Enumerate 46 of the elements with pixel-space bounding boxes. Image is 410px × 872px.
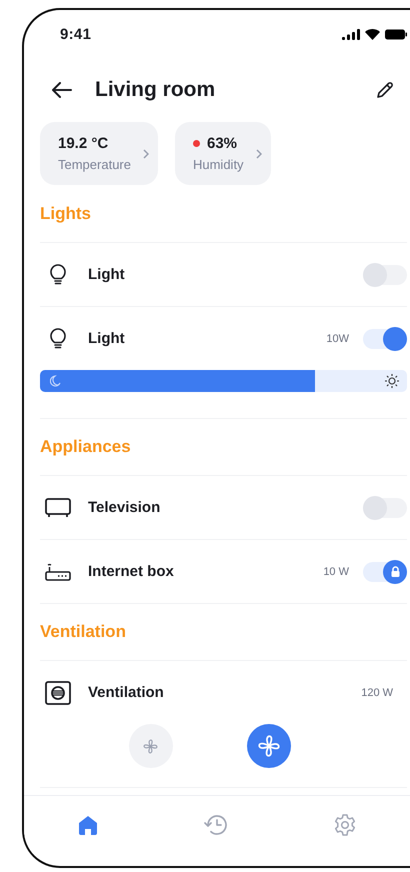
sensor-value: 19.2 °C [58,135,108,152]
device-name: Light [88,330,126,347]
sensor-label: Temperature [58,157,131,172]
chevron-right-icon [142,148,149,158]
toggle-switch[interactable] [363,264,407,284]
device-name: Television [88,499,162,516]
toggle-switch[interactable] [363,328,407,348]
section-title: Lights [40,204,91,224]
light-bulb-icon [49,264,67,286]
fan-mode-button[interactable] [246,724,290,768]
light-bulb-icon [49,328,67,350]
battery-icon [385,28,407,40]
fan-icon [142,738,159,754]
back-arrow-icon[interactable] [52,82,72,98]
power-reading: 10 W [323,566,349,578]
history-clock-icon [204,814,228,836]
sensor-card[interactable]: 19.2 °C Temperature [40,122,158,185]
device-name: Internet box [88,563,175,580]
section-title: Appliances [40,437,131,457]
fan-mode-button[interactable] [128,724,172,768]
moon-icon [50,375,61,387]
sun-icon [385,374,399,388]
section-title: Ventilation [40,622,126,642]
wifi-icon [365,28,380,40]
router-icon [45,562,71,582]
home-icon [76,815,99,835]
power-reading: 10W [326,332,349,344]
toggle-switch[interactable] [363,562,407,582]
sensor-value: 63% [206,135,238,152]
device-name: Light [88,266,126,283]
settings-icon [333,813,358,837]
toggle-switch[interactable] [363,498,407,518]
fan-icon [256,733,282,759]
device-name: Ventilation [88,684,165,701]
brightness-slider[interactable] [40,370,407,392]
power-reading: 120 W [361,686,393,698]
television-icon [45,498,71,518]
room-title: Living room [95,78,216,102]
status-time: 9:41 [60,26,92,42]
vent-icon [45,680,71,704]
lock-icon [390,566,400,577]
sensor-card[interactable]: 63% Humidity [174,122,271,185]
signal-icon [342,28,360,40]
edit-pencil-icon[interactable] [376,81,394,99]
sensor-label: Humidity [192,157,244,172]
chevron-right-icon [256,148,262,158]
